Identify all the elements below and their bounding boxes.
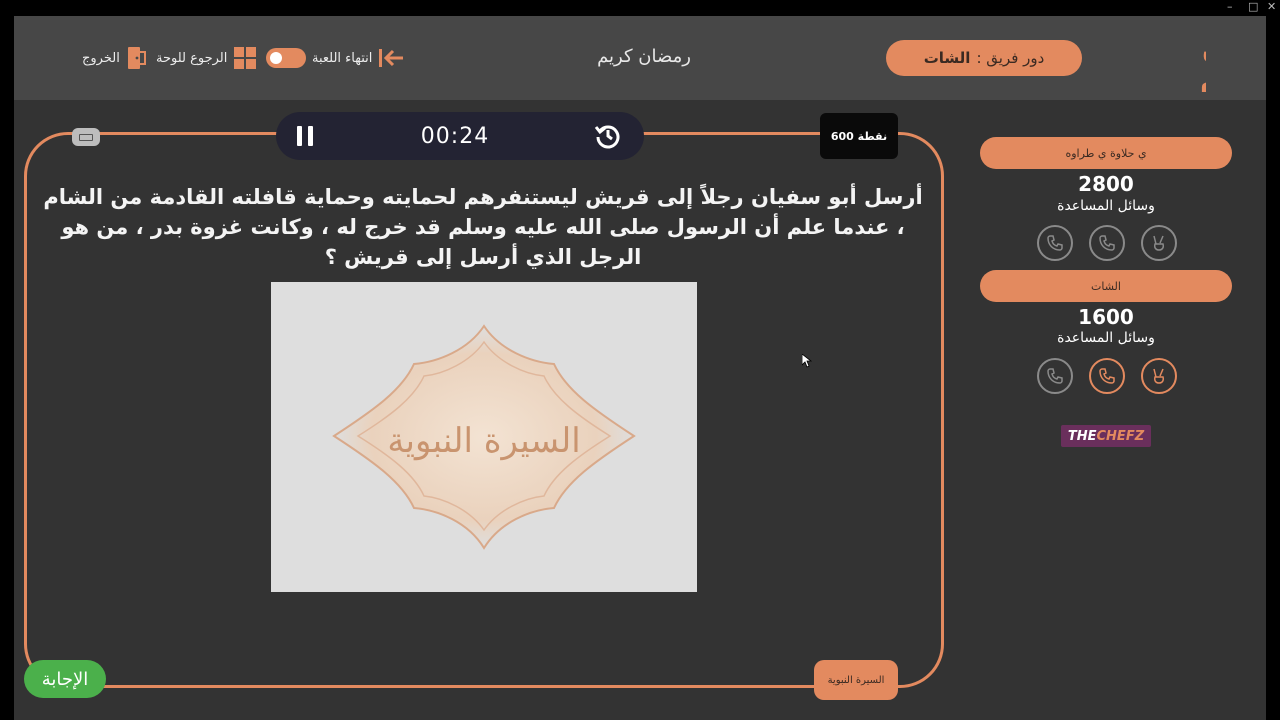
phone-icon (1099, 235, 1115, 251)
minimize-icon[interactable]: – (1227, 1, 1233, 13)
sponsor-text-1: THE (1067, 428, 1097, 444)
exit-door-icon (127, 47, 146, 69)
team-score-2: 1600 (1078, 305, 1134, 329)
turn-prefix: دور فريق : (976, 49, 1045, 67)
question-image: السيرة النبوية (271, 282, 697, 592)
aids-row-2 (1037, 358, 1177, 394)
aids-row-1 (1037, 225, 1177, 261)
team-turn-badge: دور فريق : الشات (886, 40, 1082, 76)
mouse-cursor-icon (802, 354, 812, 368)
call-aid[interactable] (1089, 225, 1125, 261)
peace-hand-icon (1153, 235, 1164, 251)
window-controls: – □ ✕ (0, 0, 1280, 16)
two-calls-icon (1047, 368, 1063, 384)
team-name-1: ي حلاوة ي طراوه (980, 137, 1232, 169)
two-calls-aid[interactable] (1037, 225, 1073, 261)
restart-icon[interactable] (594, 122, 622, 150)
aids-label-1: وسائل المساعدة (1057, 198, 1155, 214)
back-to-board-button[interactable]: الرجوع للوحة (156, 46, 257, 70)
two-calls-aid[interactable] (1037, 358, 1073, 394)
turn-team-name: الشات (923, 49, 971, 67)
peace-aid[interactable] (1141, 225, 1177, 261)
end-game-toggle[interactable] (266, 48, 306, 68)
timer-bar: 00:24 (276, 112, 644, 160)
back-to-board-label: الرجوع للوحة (156, 50, 228, 66)
team-name-2: الشات (980, 270, 1232, 302)
peace-aid[interactable] (1141, 358, 1177, 394)
sponsor-text-2: CHEFZ (1096, 428, 1145, 444)
sponsor-logo: THE CHEFZ (1061, 425, 1151, 447)
image-calligraphy: السيرة النبوية (387, 421, 580, 461)
exit-label: الخروج (82, 50, 120, 66)
top-bar: الخروج الرجوع للوحة انتهاء اللعبة رمضان … (14, 16, 1266, 100)
aids-label-2: وسائل المساعدة (1057, 330, 1155, 346)
game-window: الخروج الرجوع للوحة انتهاء اللعبة رمضان … (14, 16, 1266, 720)
pause-icon[interactable] (294, 124, 316, 148)
page-title: رمضان كريم (597, 46, 691, 67)
grid-board-icon (234, 47, 257, 69)
svg-text:سين: سين (1202, 30, 1206, 63)
end-game-label: انتهاء اللعبة (312, 50, 373, 66)
answer-button[interactable]: الإجابة (24, 660, 106, 698)
call-aid[interactable] (1089, 358, 1125, 394)
two-calls-icon (1047, 235, 1063, 251)
exit-button[interactable]: الخروج (82, 46, 148, 70)
close-icon[interactable]: ✕ (1267, 1, 1276, 13)
keyboard-icon[interactable] (72, 128, 100, 146)
arrow-back-icon (379, 49, 404, 67)
svg-text:جيم: جيم (1200, 60, 1206, 92)
category-tag: السيرة النبوية (814, 660, 898, 700)
peace-hand-icon (1153, 368, 1164, 384)
points-badge: 600 نقطة (820, 113, 898, 159)
team-score-1: 2800 (1078, 172, 1134, 196)
phone-icon (1099, 368, 1115, 384)
logo: سين جيم (1120, 26, 1266, 93)
question-text: أرسل أبو سفيان رجلاً إلى قريش ليستنفرهم … (43, 185, 923, 269)
timer-display: 00:24 (420, 123, 490, 149)
end-game-button[interactable]: انتهاء اللعبة (266, 46, 404, 70)
maximize-icon[interactable]: □ (1248, 1, 1258, 13)
